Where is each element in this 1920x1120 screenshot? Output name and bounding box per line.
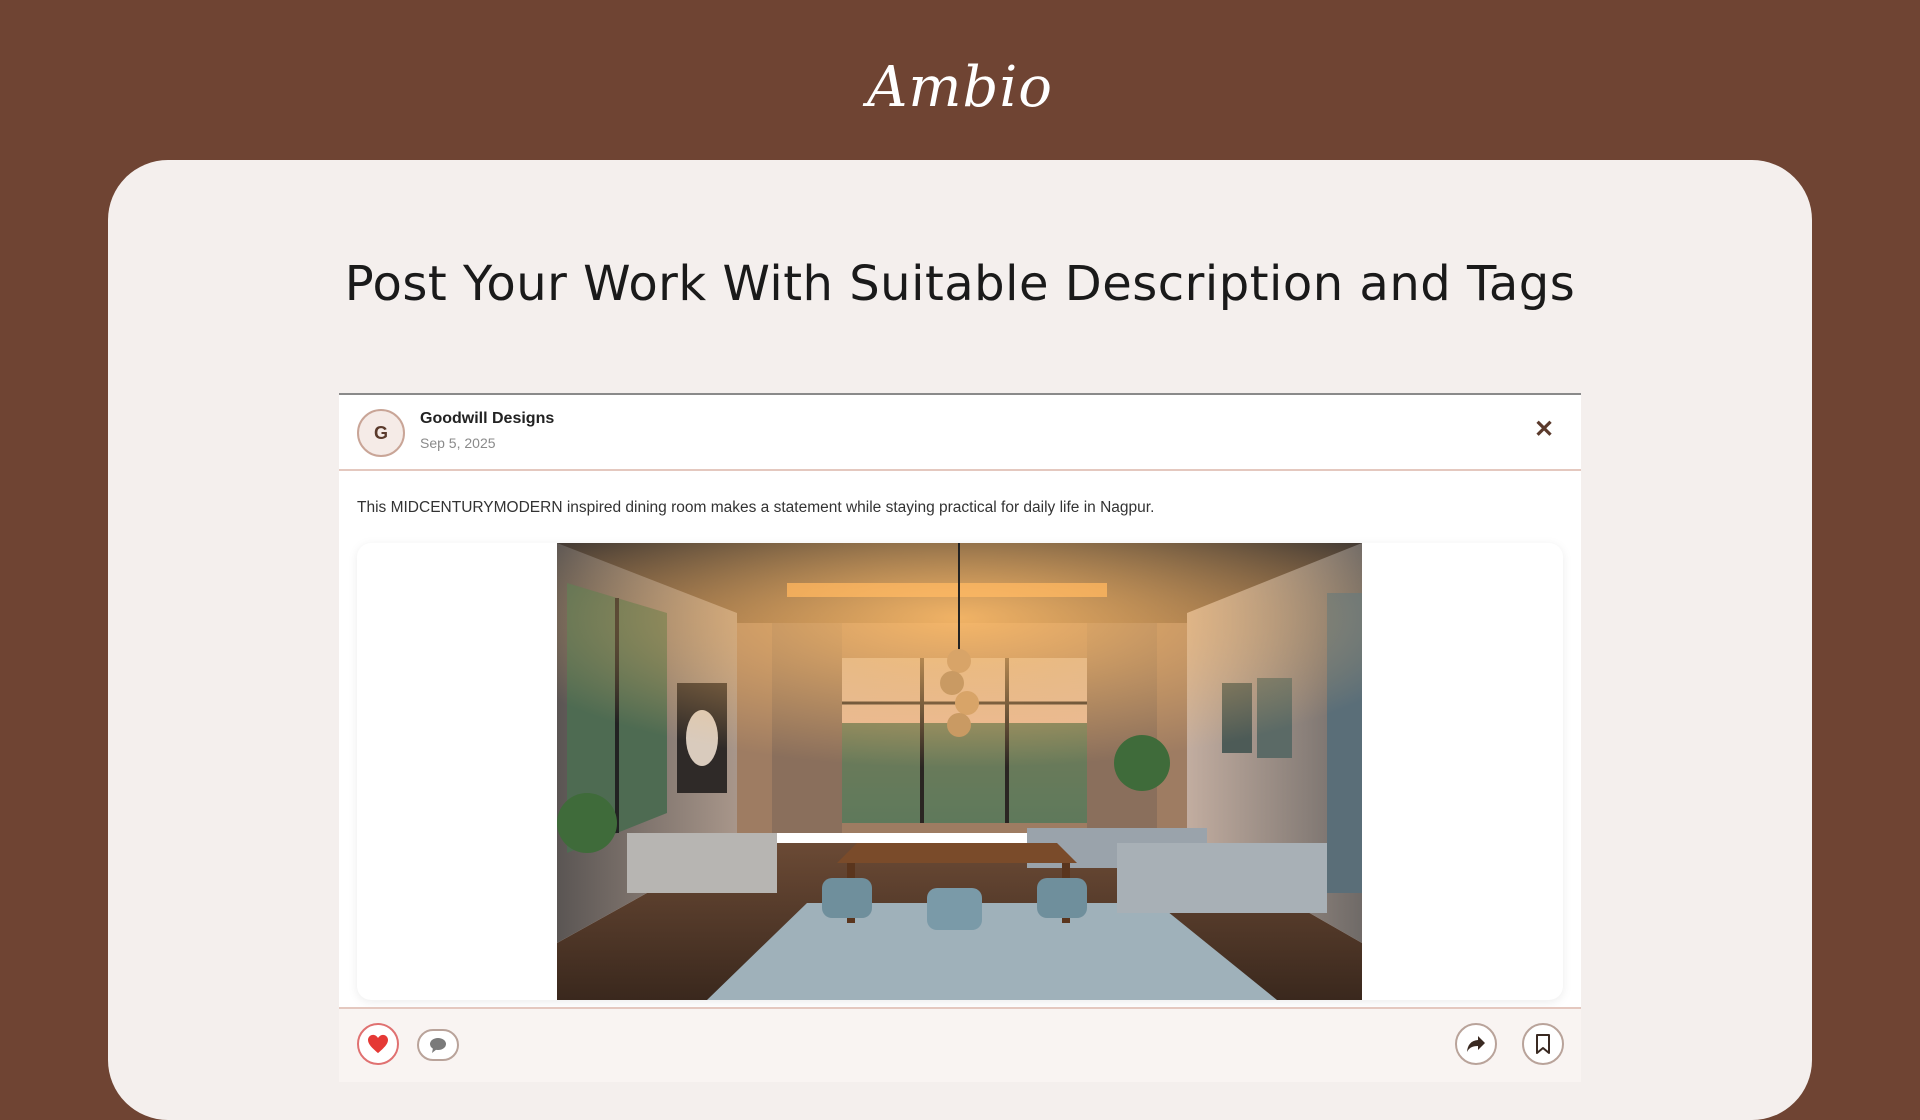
post-image-container: [357, 543, 1563, 1000]
share-button[interactable]: [1455, 1023, 1497, 1065]
post-description: This MIDCENTURYMODERN inspired dining ro…: [357, 499, 1155, 516]
comment-button[interactable]: [417, 1029, 459, 1061]
heart-icon: [368, 1034, 388, 1054]
avatar[interactable]: G: [357, 409, 405, 457]
app-logo: Ambio: [866, 55, 1053, 120]
close-icon: ✕: [1533, 416, 1555, 443]
close-button[interactable]: ✕: [1533, 416, 1555, 443]
page-title: Post Your Work With Suitable Description…: [344, 256, 1576, 312]
share-arrow-icon: [1467, 1036, 1485, 1052]
speech-bubble-icon: [430, 1038, 446, 1053]
post-date: Sep 5, 2025: [420, 435, 496, 451]
post-card: G Goodwill Designs Sep 5, 2025 ✕ This MI…: [339, 393, 1581, 1082]
bookmark-icon: [1536, 1034, 1550, 1054]
save-button[interactable]: [1522, 1023, 1564, 1065]
author-name[interactable]: Goodwill Designs: [420, 410, 554, 428]
post-image[interactable]: [557, 543, 1362, 1000]
post-header: G Goodwill Designs Sep 5, 2025 ✕: [339, 395, 1581, 471]
like-button[interactable]: [357, 1023, 399, 1065]
post-actions-bar: [339, 1007, 1581, 1082]
